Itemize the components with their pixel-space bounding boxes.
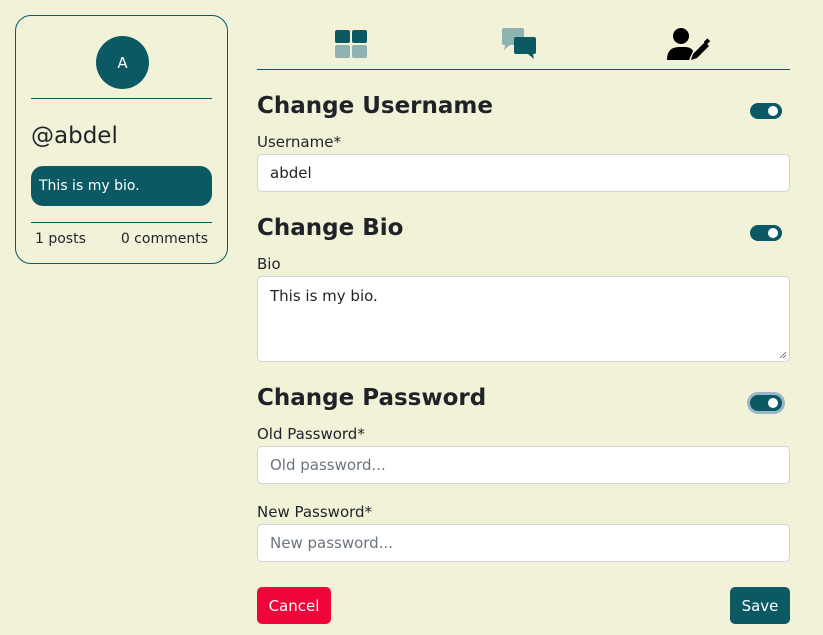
user-edit-icon xyxy=(667,28,711,60)
posts-count: 1 posts xyxy=(35,231,86,247)
password-toggle[interactable] xyxy=(750,395,782,411)
profile-handle: @abdel xyxy=(31,123,118,149)
tab-dashboard[interactable] xyxy=(329,24,373,64)
old-password-label: Old Password* xyxy=(257,425,365,443)
bio-section-title: Change Bio xyxy=(257,215,404,241)
avatar: A xyxy=(96,36,149,89)
save-button[interactable]: Save xyxy=(730,587,790,624)
bio-textarea[interactable]: This is my bio. xyxy=(257,276,790,362)
profile-divider-top xyxy=(31,98,212,99)
new-password-input[interactable]: New password... xyxy=(257,524,790,562)
profile-divider-bottom xyxy=(31,222,212,223)
comments-count: 0 comments xyxy=(120,231,208,247)
profile-stats: 1 posts 0 comments xyxy=(31,231,212,251)
bio-toggle[interactable] xyxy=(750,225,782,241)
password-section-title: Change Password xyxy=(257,385,487,411)
username-input[interactable]: abdel xyxy=(257,154,790,192)
toggle-knob xyxy=(768,228,778,238)
profile-tabs xyxy=(257,20,790,70)
username-section-title: Change Username xyxy=(257,93,493,119)
bio-textarea-value: This is my bio. xyxy=(270,287,378,305)
tab-comments[interactable] xyxy=(497,24,541,64)
toggle-knob xyxy=(768,106,778,116)
chat-icon xyxy=(502,28,536,59)
cancel-button[interactable]: Cancel xyxy=(257,587,331,624)
toggle-knob xyxy=(768,398,778,408)
profile-bio: This is my bio. xyxy=(31,166,212,206)
old-password-input[interactable]: Old password... xyxy=(257,446,790,484)
username-toggle[interactable] xyxy=(750,103,782,119)
tab-edit-profile[interactable] xyxy=(667,24,711,64)
dashboard-icon xyxy=(335,30,367,58)
resize-grip-icon[interactable] xyxy=(779,351,787,359)
username-label: Username* xyxy=(257,133,341,151)
profile-card: A @abdel This is my bio. 1 posts 0 comme… xyxy=(15,15,228,264)
new-password-label: New Password* xyxy=(257,503,373,521)
bio-label: Bio xyxy=(257,255,281,273)
